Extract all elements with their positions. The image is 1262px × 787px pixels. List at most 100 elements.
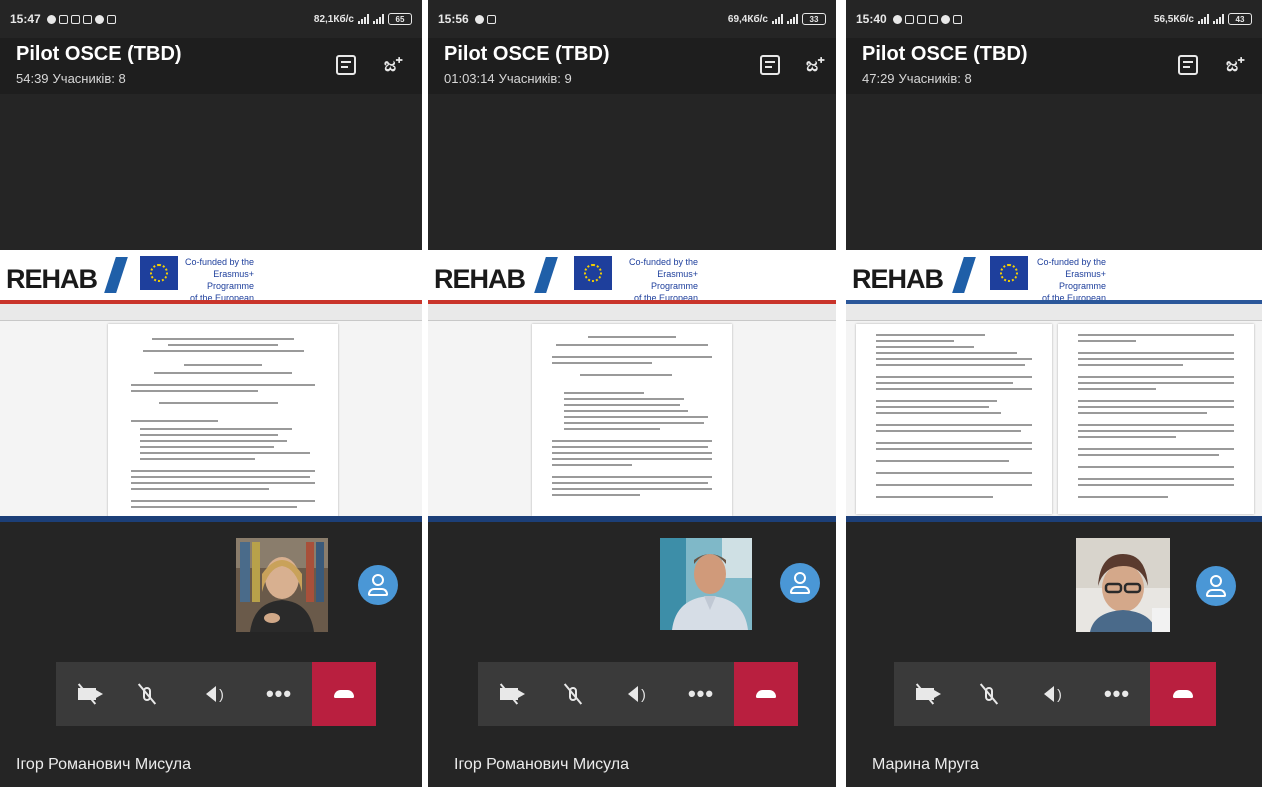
participant-video[interactable]	[1076, 538, 1170, 632]
participant-count: Учасників: 8	[52, 71, 126, 86]
hangup-icon	[1173, 690, 1193, 698]
speaker-icon	[628, 686, 639, 702]
call-controls: ) •••	[478, 662, 798, 726]
mute-button[interactable]	[958, 662, 1020, 726]
call-duration: 54:39	[16, 71, 49, 86]
more-button[interactable]: •••	[248, 662, 310, 726]
add-people-icon[interactable]: ಜ⁺	[1226, 53, 1250, 77]
speaker-name: Ігор Романович Мисула	[454, 756, 630, 773]
rehab-logo-mark	[104, 257, 128, 293]
status-bar: 15:47 82,1Кб/с 65	[0, 0, 422, 38]
notification-icons	[46, 14, 116, 24]
network-speed: 56,5Кб/с	[1153, 13, 1194, 25]
avatar-icon[interactable]	[780, 563, 820, 603]
document-page	[532, 324, 732, 516]
avatar-icon[interactable]	[1196, 566, 1236, 606]
word-ribbon	[0, 300, 422, 321]
camera-off-button[interactable]	[894, 662, 956, 726]
signal-icon	[373, 14, 384, 24]
speaker-button[interactable]: )	[1022, 662, 1084, 726]
rehab-banner: REHAB Co-funded by the Erasmus+ Programm…	[428, 250, 836, 315]
mute-button[interactable]	[116, 662, 178, 726]
status-time: 15:47	[10, 12, 41, 26]
participant-video[interactable]	[660, 538, 752, 630]
battery-icon: 43	[1228, 13, 1252, 25]
battery-icon: 33	[802, 13, 826, 25]
document-page	[108, 324, 338, 520]
participant-count: Учасників: 8	[898, 71, 972, 86]
network-speed: 69,4Кб/с	[727, 13, 768, 25]
chat-icon[interactable]	[760, 55, 780, 75]
call-panel-1: 15:47 82,1Кб/с 65 Pilot OSCE (TBD) 54:39…	[0, 0, 422, 787]
mute-button[interactable]	[542, 662, 604, 726]
chat-icon[interactable]	[336, 55, 356, 75]
avatar-icon[interactable]	[358, 565, 398, 605]
rehab-logo-mark	[534, 257, 558, 293]
chat-icon[interactable]	[1178, 55, 1198, 75]
meeting-title: Pilot OSCE (TBD)	[862, 43, 1028, 65]
more-icon: •••	[1103, 681, 1131, 706]
rehab-banner: REHAB Co-funded by the Erasmus+ Programm…	[0, 250, 422, 315]
screen-share: REHAB Co-funded by the Erasmus+ Programm…	[846, 250, 1262, 522]
status-right: 82,1Кб/с 65	[314, 13, 412, 25]
more-icon: •••	[265, 681, 293, 706]
camera-off-button[interactable]	[56, 662, 118, 726]
call-header: Pilot OSCE (TBD) 54:39 Учасників: 8 ಜ⁺	[0, 38, 422, 94]
meeting-info: 54:39 Учасників: 8	[16, 71, 126, 86]
speaker-button[interactable]: )	[184, 662, 246, 726]
signal-icon	[772, 14, 783, 24]
camera-off-button[interactable]	[478, 662, 540, 726]
speaker-name: Ігор Романович Мисула	[16, 756, 192, 773]
speaker-button[interactable]: )	[606, 662, 668, 726]
rehab-logo: REHAB	[6, 264, 98, 294]
hangup-button[interactable]	[1150, 662, 1216, 726]
taskbar	[428, 516, 836, 522]
taskbar	[846, 516, 1262, 522]
call-panel-2: 15:56 69,4Кб/с 33 Pilot OSCE (TBD) 01:03…	[428, 0, 836, 787]
taskbar	[0, 516, 422, 522]
rehab-logo: REHAB	[434, 264, 526, 294]
rehab-logo: REHAB	[852, 264, 944, 294]
signal-icon	[787, 14, 798, 24]
eu-flag-icon	[140, 256, 178, 290]
word-ribbon	[846, 300, 1262, 321]
hangup-icon	[756, 690, 776, 698]
participant-count: Учасників: 9	[498, 71, 572, 86]
screen-share: REHAB Co-funded by the Erasmus+ Programm…	[0, 250, 422, 522]
call-duration: 01:03:14	[444, 71, 495, 86]
call-duration: 47:29	[862, 71, 895, 86]
call-controls: ) •••	[894, 662, 1216, 726]
status-time: 15:40	[856, 12, 887, 26]
add-people-icon[interactable]: ಜ⁺	[806, 53, 830, 77]
hangup-button[interactable]	[312, 662, 376, 726]
participant-video[interactable]	[236, 538, 328, 632]
call-header: Pilot OSCE (TBD) 47:29 Учасників: 8 ಜ⁺	[846, 38, 1262, 94]
participant-video-image	[660, 538, 752, 630]
add-people-icon[interactable]: ಜ⁺	[384, 53, 408, 77]
status-right: 69,4Кб/с 33	[728, 13, 826, 25]
battery-icon: 65	[388, 13, 412, 25]
status-right: 56,5Кб/с 43	[1154, 13, 1252, 25]
signal-icon	[358, 14, 369, 24]
meeting-title: Pilot OSCE (TBD)	[444, 43, 610, 65]
more-button[interactable]: •••	[1086, 662, 1148, 726]
signal-icon	[1198, 14, 1209, 24]
network-speed: 82,1Кб/с	[313, 13, 354, 25]
meeting-title: Pilot OSCE (TBD)	[16, 43, 182, 65]
eu-flag-icon	[990, 256, 1028, 290]
rehab-banner: REHAB Co-funded by the Erasmus+ Programm…	[846, 250, 1262, 315]
notification-icons	[892, 14, 962, 24]
participant-video-image	[1076, 538, 1170, 632]
speaker-name: Марина Мруга	[872, 756, 979, 773]
hangup-button[interactable]	[734, 662, 798, 726]
word-ribbon	[428, 300, 836, 321]
more-button[interactable]: •••	[670, 662, 732, 726]
meeting-info: 47:29 Учасників: 8	[862, 71, 972, 86]
speaker-icon	[1044, 686, 1055, 702]
status-bar: 15:56 69,4Кб/с 33	[428, 0, 836, 38]
document-page-right	[1058, 324, 1254, 514]
hangup-icon	[334, 690, 354, 698]
rehab-logo-mark	[952, 257, 976, 293]
document-page-left	[856, 324, 1052, 514]
meeting-info: 01:03:14 Учасників: 9	[444, 71, 572, 86]
